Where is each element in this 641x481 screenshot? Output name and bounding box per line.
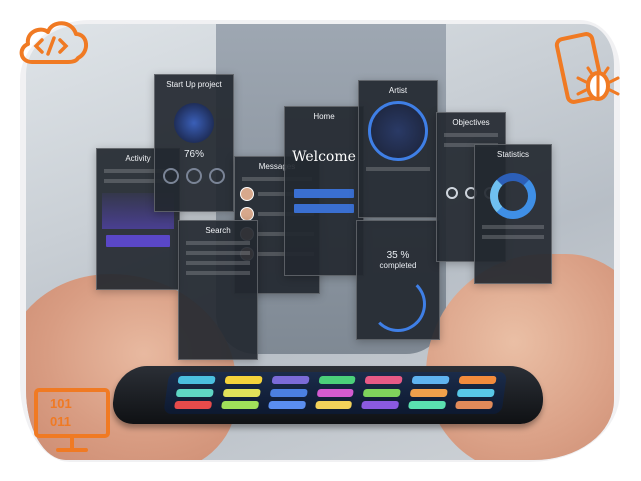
home-card: Home Welcome bbox=[284, 106, 364, 276]
completed-label: completed bbox=[379, 261, 417, 270]
search-card: Search bbox=[178, 220, 258, 360]
card-title: Artist bbox=[388, 86, 408, 95]
donut-chart bbox=[490, 173, 536, 219]
activity-button bbox=[106, 235, 170, 247]
phone-screen bbox=[163, 372, 508, 414]
right-hand bbox=[426, 254, 614, 460]
card-title: Start Up project bbox=[166, 80, 222, 89]
card-title: Objectives bbox=[452, 118, 490, 127]
startup-percent: 76% bbox=[183, 149, 204, 160]
progress-ring bbox=[370, 276, 426, 332]
smartphone bbox=[109, 366, 549, 424]
rocket-icon bbox=[174, 103, 214, 143]
card-title: Statistics bbox=[496, 150, 529, 159]
card-title: Home bbox=[313, 112, 335, 121]
artist-card: Artist bbox=[358, 80, 438, 218]
phone-bug-icon bbox=[554, 32, 620, 104]
home-button-1 bbox=[294, 189, 354, 198]
avatar bbox=[240, 187, 254, 201]
startup-card: Start Up project 76% bbox=[154, 74, 234, 212]
cloud-code-icon bbox=[19, 21, 88, 64]
completed-percent: 35 % bbox=[386, 250, 410, 261]
completed-card: 35 % completed bbox=[356, 220, 440, 340]
statistics-card: Statistics bbox=[474, 144, 552, 284]
home-button-2 bbox=[294, 204, 354, 213]
card-title: Search bbox=[205, 226, 231, 235]
svg-text:011: 011 bbox=[50, 414, 71, 429]
welcome-text: Welcome bbox=[292, 149, 356, 165]
monitor-binary-icon: 101 011 bbox=[34, 388, 110, 452]
avatar bbox=[240, 207, 254, 221]
equalizer-ring bbox=[368, 101, 428, 161]
svg-text:101: 101 bbox=[50, 396, 72, 411]
hero-image: Activity Start Up project 76% Messages S… bbox=[26, 24, 614, 460]
